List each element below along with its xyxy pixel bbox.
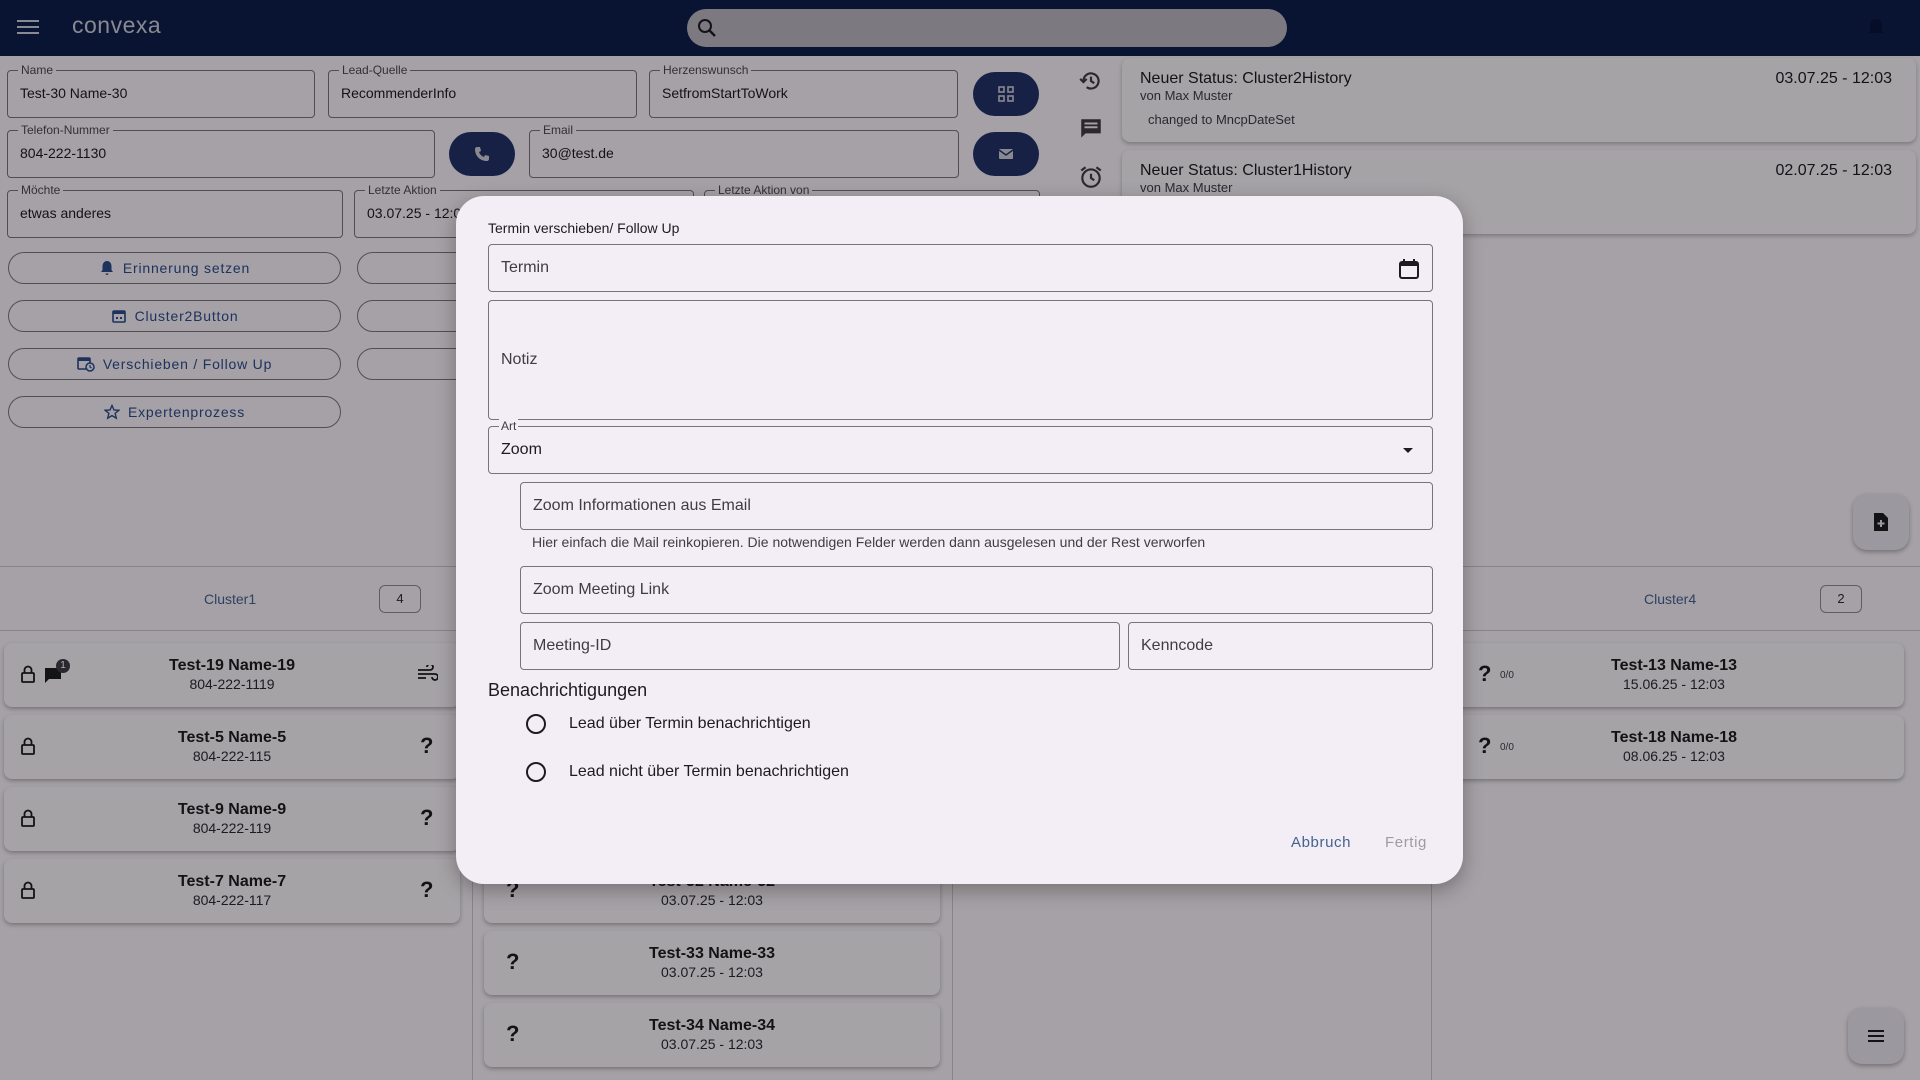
- zoom-info-field[interactable]: Zoom Informationen aus Email: [520, 482, 1433, 530]
- art-select[interactable]: Art Zoom: [488, 419, 1433, 474]
- dialog-title: Termin verschieben/ Follow Up: [488, 220, 680, 236]
- radio-circle[interactable]: [526, 714, 546, 734]
- notifications-heading: Benachrichtigungen: [488, 680, 648, 700]
- passcode-field[interactable]: Kenncode: [1128, 622, 1433, 670]
- cancel-button[interactable]: Abbruch: [1291, 834, 1351, 851]
- follow-up-dialog: Termin verschieben/ Follow Up Termin Not…: [456, 196, 1463, 884]
- notiz-textarea[interactable]: Notiz: [488, 300, 1433, 420]
- calendar-icon[interactable]: [1398, 258, 1420, 280]
- done-button[interactable]: Fertig: [1385, 834, 1427, 851]
- zoom-info-hint: Hier einfach die Mail reinkopieren. Die …: [532, 534, 1206, 550]
- zoom-link-field[interactable]: Zoom Meeting Link: [520, 566, 1433, 614]
- dont-notify-lead-radio[interactable]: Lead nicht über Termin benachrichtigen: [526, 762, 849, 782]
- radio-circle[interactable]: [526, 762, 546, 782]
- notify-lead-radio[interactable]: Lead über Termin benachrichtigen: [526, 714, 811, 734]
- meeting-id-field[interactable]: Meeting-ID: [520, 622, 1120, 670]
- dropdown-arrow-icon: [1403, 448, 1413, 453]
- termin-field[interactable]: Termin: [488, 244, 1433, 292]
